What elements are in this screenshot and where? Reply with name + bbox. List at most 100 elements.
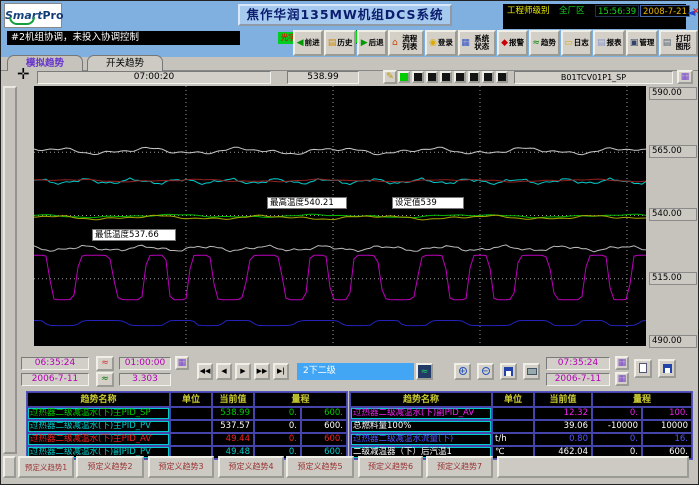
trend-row-min: 0. bbox=[254, 407, 301, 420]
trend-curve bbox=[34, 178, 646, 185]
flow-list-icon: ⌂ bbox=[392, 39, 398, 48]
trend-row-name[interactable]: 总燃料量100% bbox=[350, 420, 492, 433]
selected-tag-field: B01TCV01P1_SP bbox=[514, 71, 673, 84]
trend-row-value: 537.57 bbox=[212, 420, 254, 433]
cursor-crosshair-icon[interactable]: ✛ bbox=[17, 65, 30, 83]
back-icon: ▶ bbox=[361, 39, 368, 48]
dcs-trend-window: SmartPro 焦作华润135MW机组DCS系统 工程师级别 全厂区 15:5… bbox=[0, 0, 699, 485]
printer-icon bbox=[527, 368, 537, 375]
print-trend-button[interactable] bbox=[523, 363, 540, 380]
zoom-out-button[interactable]: − bbox=[477, 363, 494, 380]
curve-color-swatch[interactable] bbox=[440, 71, 452, 83]
trend-group-dropdown[interactable]: 2下二级 bbox=[297, 363, 414, 380]
trend-row-name[interactable]: 过热器二级减温水(下)副PID_AV bbox=[350, 407, 492, 420]
toolbar-manage-button[interactable]: ▣管理 bbox=[626, 30, 658, 56]
toolbar-trend-button[interactable]: ≈趋势 bbox=[529, 30, 560, 56]
toolbar-report-button[interactable]: ▤报表 bbox=[593, 30, 625, 56]
forward-fast-button[interactable]: ▶▶ bbox=[254, 363, 270, 380]
col-header-unit: 单位 bbox=[492, 392, 534, 407]
chart-annotation: 最高温度540.21 bbox=[267, 197, 347, 209]
session-info-panel: 工程师级别 全厂区 15:56:39 2008-7-21 bbox=[503, 4, 686, 29]
curve-color-swatch[interactable] bbox=[426, 71, 438, 83]
alarm-message-bar: #2机组协调，未投入协调控制 bbox=[7, 31, 240, 45]
tab-switch-trend[interactable]: 开关趋势 bbox=[87, 55, 163, 71]
trend-row-name[interactable]: 过热器二级减温水(下)主PID_PV bbox=[27, 420, 170, 433]
toolbar-button-label: 流程列表 bbox=[399, 35, 421, 51]
predefined-trend-tab-5[interactable]: 预定义趋势5 bbox=[286, 456, 354, 478]
curve-color-swatch[interactable] bbox=[468, 71, 480, 83]
marker-pen-icon[interactable]: ✎ bbox=[383, 70, 397, 84]
new-trend-button[interactable] bbox=[634, 359, 652, 378]
toolbar-back-button[interactable]: ▶后退 bbox=[357, 30, 387, 56]
cursor-time-field[interactable]: 07:00:20 bbox=[37, 71, 271, 84]
user-level-label: 工程师级别 bbox=[507, 5, 550, 17]
span-calendar-icon[interactable]: ▦ bbox=[175, 356, 189, 370]
trend-plot[interactable]: 最高温度540.21设定值539最低温度537.66 bbox=[34, 86, 646, 346]
trend-row-max: 100. bbox=[642, 407, 692, 420]
floppy-icon bbox=[504, 367, 513, 376]
save-trend-button[interactable] bbox=[500, 363, 517, 380]
trend-picture-icon[interactable]: ≈ bbox=[96, 356, 114, 371]
start-date-field[interactable]: 2006-7-11 bbox=[21, 373, 89, 386]
system-title: 焦作华润135MW机组DCS系统 bbox=[238, 4, 452, 26]
trend-row-name[interactable]: 过热器二级减温水流量(下) bbox=[350, 433, 492, 446]
toolbar-alarm-button[interactable]: ◆报警 bbox=[497, 30, 527, 56]
start-time-field[interactable]: 06:35:24 bbox=[21, 357, 89, 370]
trend-row-max: 600. bbox=[301, 407, 347, 420]
speaker-muted-icon[interactable]: ◄✕ bbox=[687, 6, 699, 20]
toolbar-login-button[interactable]: ◉登录 bbox=[425, 30, 456, 56]
predefined-trend-tab-2[interactable]: 预定义趋势2 bbox=[76, 456, 144, 478]
predefined-trend-tab-4[interactable]: 预定义趋势4 bbox=[218, 456, 284, 478]
curve-color-swatch[interactable] bbox=[454, 71, 466, 83]
predefined-trend-tab-3[interactable]: 预定义趋势3 bbox=[148, 456, 214, 478]
toolbar-print-button[interactable]: ▤打印图形 bbox=[659, 30, 698, 56]
toolbar-button-label: 系统状态 bbox=[471, 35, 493, 51]
trend-row-value: 39.06 bbox=[534, 420, 592, 433]
trend-row-min: 0. bbox=[254, 433, 301, 446]
toolbar-button-label: 报表 bbox=[607, 39, 622, 47]
end-date-calendar-icon[interactable]: ▦ bbox=[615, 372, 629, 386]
trend-row-min: 0. bbox=[254, 420, 301, 433]
curve-color-swatch[interactable] bbox=[496, 71, 508, 83]
trend-curve bbox=[34, 245, 646, 252]
zoom-in-button[interactable]: + bbox=[454, 363, 471, 380]
log-icon: ▭ bbox=[564, 39, 573, 48]
time-span-field[interactable]: 01:00:00 bbox=[119, 357, 171, 370]
col-header-range: 量程 bbox=[592, 392, 692, 407]
logo-pro-text: Pro bbox=[43, 9, 64, 22]
save-config-button[interactable] bbox=[658, 359, 676, 378]
predefined-trend-tab-empty[interactable] bbox=[497, 456, 689, 478]
trend-curve bbox=[34, 255, 646, 300]
trend-row-name[interactable]: 过热器二级减温水(下)主PID_AV bbox=[27, 433, 170, 446]
toolbar-flowlist-button[interactable]: ⌂流程列表 bbox=[388, 30, 424, 56]
toolbar-history-button[interactable]: ▤历史 bbox=[324, 30, 356, 56]
predefined-trend-tab-1[interactable]: 预定义趋势1 bbox=[18, 456, 74, 478]
end-date-field[interactable]: 2006-7-11 bbox=[546, 373, 610, 386]
chart-annotation: 最低温度537.66 bbox=[92, 229, 176, 241]
goto-end-button[interactable]: ▶| bbox=[273, 363, 289, 380]
col-header-value: 当前值 bbox=[212, 392, 254, 407]
zoom-in-icon: + bbox=[459, 367, 467, 375]
y-axis-label: 490.00 bbox=[649, 335, 697, 348]
trend-curve bbox=[34, 147, 646, 155]
curve-color-swatch[interactable] bbox=[398, 71, 410, 83]
end-time-calendar-icon[interactable]: ▦ bbox=[615, 356, 629, 370]
toolbar-systemstatus-button[interactable]: ▦系统状态 bbox=[458, 30, 497, 56]
curve-color-swatch[interactable] bbox=[482, 71, 494, 83]
rewind-fast-button[interactable]: ◀◀ bbox=[197, 363, 213, 380]
end-time-field[interactable]: 07:35:24 bbox=[546, 357, 610, 370]
trend-row-name[interactable]: 过热器二级减温水(下)主PID_SP bbox=[27, 407, 170, 420]
forward-play-button[interactable]: ▶ bbox=[235, 363, 251, 380]
toolbar-log-button[interactable]: ▭日志 bbox=[561, 30, 593, 56]
select-curves-icon[interactable]: ≈ bbox=[416, 363, 433, 380]
trend-board-icon[interactable]: ≈ bbox=[96, 372, 114, 387]
predefined-trend-tab-6[interactable]: 预定义趋势6 bbox=[358, 456, 423, 478]
toolbar-forward-button[interactable]: ◀前进 bbox=[293, 30, 323, 56]
trend-icon: ≈ bbox=[532, 39, 540, 48]
grid-settings-icon[interactable]: ▦ bbox=[677, 70, 693, 84]
trend-curve bbox=[34, 321, 646, 326]
curve-color-swatch[interactable] bbox=[412, 71, 424, 83]
main-toolbar: ◀前进 ▤历史 ▶后退 ⌂流程列表 ◉登录 ▦系统状态 ◆报警 ≈趋势 ▭日志 … bbox=[293, 30, 698, 56]
predefined-trend-tab-7[interactable]: 预定义趋势7 bbox=[426, 456, 493, 478]
rewind-button[interactable]: ◀ bbox=[216, 363, 232, 380]
